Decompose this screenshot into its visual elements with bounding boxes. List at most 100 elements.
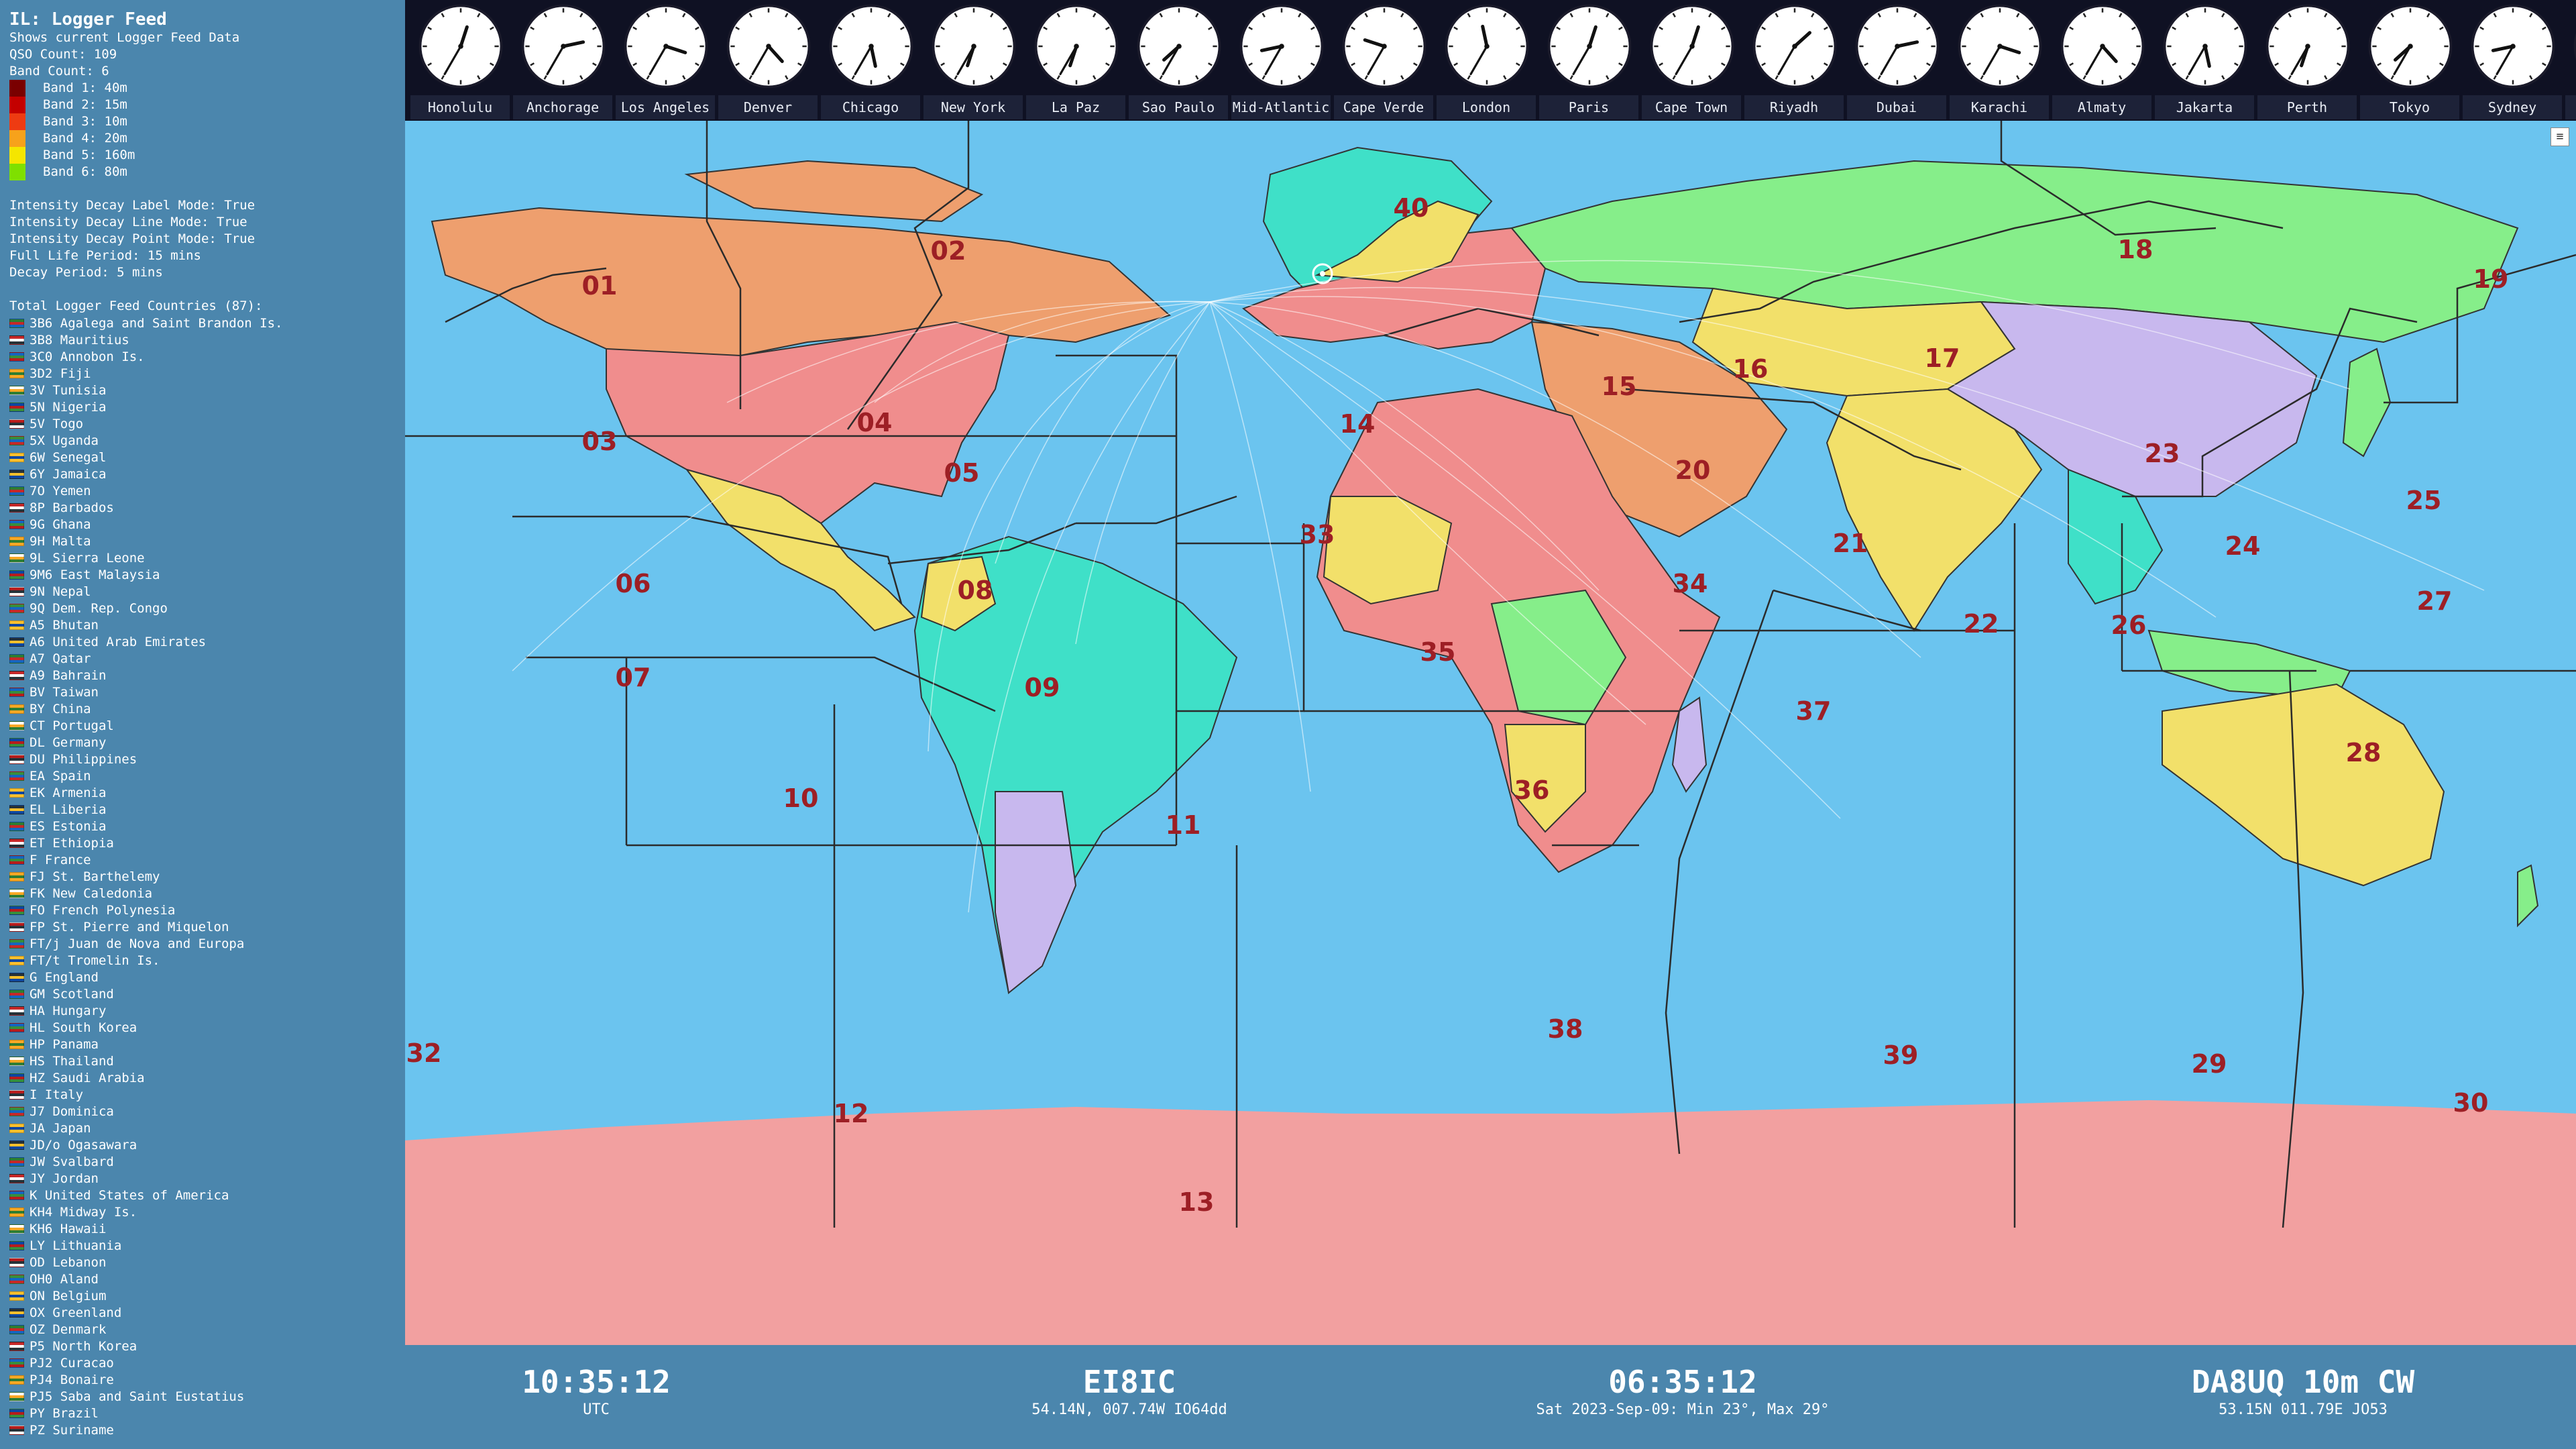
clock-face-icon: [1342, 4, 1426, 89]
clock-face-icon: [1034, 4, 1119, 89]
cq-zone-label: 01: [581, 271, 618, 301]
country-label: KH4 Midway Is.: [30, 1204, 137, 1220]
flag-icon: [9, 989, 24, 999]
flag-icon: [9, 704, 24, 714]
clock-face-icon: [2060, 4, 2145, 89]
cq-zone-label: 35: [1420, 637, 1456, 667]
clock-face-icon: [829, 4, 913, 89]
flag-icon: [9, 469, 24, 479]
country-label: DL Germany: [30, 735, 107, 750]
flag-icon: [9, 1173, 24, 1183]
country-item: CT Portugal: [9, 717, 396, 734]
flag-icon: [9, 1341, 24, 1351]
flag-icon: [9, 352, 24, 362]
world-map[interactable]: 01 02 03 04 05 06 07 08 09 10 11 12 13 14 15 16 17 18 19 20…: [405, 121, 2576, 1345]
flag-icon: [9, 771, 24, 781]
flag-icon: [9, 754, 24, 764]
utc-label: UTC: [583, 1401, 610, 1418]
last-qso: DA8UQ 10m CW 53.15N 011.79E JO53: [2102, 1364, 2504, 1420]
band-color-swatch: [9, 97, 25, 113]
country-label: 6Y Jamaica: [30, 466, 107, 482]
flag-icon: [9, 368, 24, 378]
flag-icon: [9, 1274, 24, 1284]
map-menu-button[interactable]: ≡: [2551, 127, 2569, 146]
country-label: OX Greenland: [30, 1305, 122, 1320]
cq-zone-label: 37: [1795, 696, 1832, 726]
country-label: 7O Yemen: [30, 483, 91, 498]
setting-line: Decay Period: 5 mins: [9, 265, 163, 280]
country-item: FT/j Juan de Nova and Europa: [9, 935, 396, 952]
countries-header: Total Logger Feed Countries (87):: [9, 299, 263, 313]
cq-zone-label: 36: [1514, 775, 1550, 805]
local-weather: Sat 2023-Sep-09: Min 23°, Max 29°: [1536, 1401, 1830, 1418]
cq-zone-label: 34: [1672, 569, 1708, 598]
band-legend-item: Band 6: 80m: [9, 164, 396, 180]
band-count: Band Count: 6: [9, 64, 109, 78]
country-item: I Italy: [9, 1086, 396, 1103]
cq-zone-label: 26: [2111, 610, 2147, 640]
country-label: ES Estonia: [30, 818, 107, 834]
world-clock: Paris: [1539, 0, 1638, 121]
cq-zone-label: 19: [2473, 264, 2509, 294]
flag-icon: [9, 318, 24, 328]
band-legend-item: Band 1: 40m: [9, 80, 396, 97]
flag-icon: [9, 536, 24, 546]
clock-city-label: Tokyo: [2360, 95, 2459, 119]
country-label: BV Taiwan: [30, 684, 99, 700]
country-item: G England: [9, 969, 396, 985]
setting-line: Full Life Period: 15 mins: [9, 248, 201, 263]
flag-icon: [9, 435, 24, 445]
country-item: HS Thailand: [9, 1053, 396, 1069]
country-item: 8P Barbados: [9, 499, 396, 516]
country-item: P5 North Korea: [9, 1338, 396, 1354]
flag-icon: [9, 1089, 24, 1099]
country-item: 9N Nepal: [9, 583, 396, 600]
country-label: 6W Senegal: [30, 449, 107, 465]
world-clock: V: [2565, 0, 2576, 121]
country-label: JY Jordan: [30, 1171, 99, 1186]
country-item: 3C0 Annobon Is.: [9, 348, 396, 365]
flag-icon: [9, 938, 24, 949]
country-item: LY Lithuania: [9, 1237, 396, 1254]
country-label: 9L Sierra Leone: [30, 550, 145, 566]
cq-zone-label: 13: [1178, 1187, 1215, 1217]
world-clock: Sydney: [2463, 0, 2562, 121]
world-clock: Sao Paulo: [1129, 0, 1228, 121]
country-label: EA Spain: [30, 768, 91, 784]
flag-icon: [9, 486, 24, 496]
country-item: BV Taiwan: [9, 684, 396, 700]
country-label: JD/o Ogasawara: [30, 1137, 137, 1152]
clock-city-label: Paris: [1539, 95, 1638, 119]
clock-city-label: Denver: [718, 95, 818, 119]
country-label: EK Armenia: [30, 785, 107, 800]
world-clock: Cape Verde: [1334, 0, 1433, 121]
cq-zone-label: 23: [2144, 439, 2180, 468]
world-clock-strip: Honolulu Anchorage Los Angeles Denver Chicag…: [405, 0, 2576, 121]
clock-face-icon: [418, 4, 503, 89]
cq-zone-label: 32: [406, 1038, 442, 1068]
country-item: ON Belgium: [9, 1287, 396, 1304]
country-label: P5 North Korea: [30, 1338, 137, 1354]
country-label: PJ4 Bonaire: [30, 1372, 114, 1387]
country-label: PJ2 Curacao: [30, 1355, 114, 1371]
band-color-swatch: [9, 113, 25, 130]
flag-icon: [9, 1224, 24, 1234]
country-item: 9Q Dem. Rep. Congo: [9, 600, 396, 616]
clock-face-icon: [2573, 32, 2576, 60]
country-item: JY Jordan: [9, 1170, 396, 1187]
country-item: A7 Qatar: [9, 650, 396, 667]
clock-city-label: Dubai: [1847, 95, 1946, 119]
cq-zone-label: 12: [833, 1099, 869, 1128]
cq-zone-label: 03: [581, 427, 618, 456]
flag-icon: [9, 905, 24, 915]
country-item: 9L Sierra Leone: [9, 549, 396, 566]
world-clock: Almaty: [2052, 0, 2151, 121]
country-item: PJ2 Curacao: [9, 1354, 396, 1371]
map-canvas: [405, 121, 2576, 1345]
local-clock: 06:35:12 Sat 2023-Sep-09: Min 23°, Max 2…: [1481, 1364, 1884, 1420]
country-item: 3D2 Fiji: [9, 365, 396, 382]
band-color-swatch: [9, 130, 25, 147]
clock-city-label: Riyadh: [1744, 95, 1844, 119]
clock-city-label: Sao Paulo: [1129, 95, 1228, 119]
country-item: 3V Tunisia: [9, 382, 396, 398]
